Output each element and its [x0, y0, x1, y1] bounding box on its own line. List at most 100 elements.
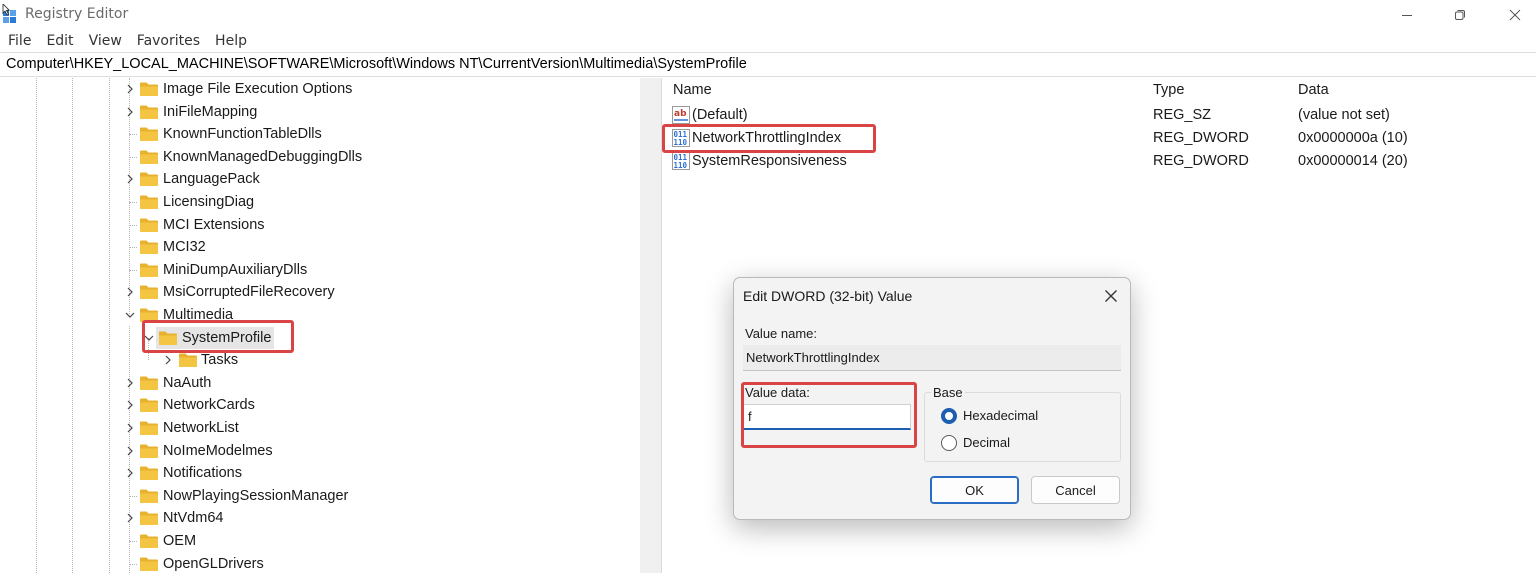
- menu-edit[interactable]: Edit: [46, 33, 73, 49]
- tree-item-minidumpauxiliarydlls[interactable]: MiniDumpAuxiliaryDlls: [0, 259, 640, 281]
- tree-item-notifications[interactable]: Notifications: [0, 462, 640, 484]
- chevron-right-icon[interactable]: [124, 286, 136, 298]
- tree-connector: [129, 541, 137, 542]
- hexadecimal-radio[interactable]: [941, 408, 957, 424]
- menu-file[interactable]: File: [8, 33, 31, 49]
- tree-item-noimemodelmes[interactable]: NoImeModelmes: [0, 440, 640, 462]
- value-row-systemresponsiveness[interactable]: 011 110 SystemResponsiveness REG_DWORD 0…: [667, 150, 1536, 173]
- address-bar[interactable]: Computer\HKEY_LOCAL_MACHINE\SOFTWARE\Mic…: [0, 52, 1536, 77]
- tree-item-multimedia[interactable]: Multimedia: [0, 304, 640, 326]
- value-row-default[interactable]: ab (Default) REG_SZ (value not set): [667, 104, 1536, 127]
- tree-item-networklist[interactable]: NetworkList: [0, 417, 640, 439]
- pane-splitter[interactable]: [661, 78, 666, 573]
- tree-item-label: Image File Execution Options: [163, 81, 353, 97]
- folder-icon: [140, 127, 158, 142]
- folder-icon: [140, 150, 158, 164]
- dialog-close-button[interactable]: [1098, 284, 1124, 308]
- folder-icon: [140, 82, 158, 96]
- tree-item-licensingdiag[interactable]: LicensingDiag: [0, 191, 640, 213]
- tree-item-label: NetworkCards: [163, 397, 255, 414]
- tree-item-label: IniFileMapping: [163, 103, 258, 120]
- tree-item-label: MiniDumpAuxiliaryDlls: [163, 261, 308, 278]
- tree-item-tasks[interactable]: Tasks: [0, 349, 640, 371]
- tree-item-label: NetworkList: [163, 420, 239, 436]
- column-header-name[interactable]: Name: [673, 82, 712, 98]
- chevron-right-icon[interactable]: [124, 377, 136, 389]
- tree-item-networkcards[interactable]: NetworkCards: [0, 394, 640, 416]
- chevron-right-icon[interactable]: [124, 445, 136, 457]
- folder-icon: [140, 105, 158, 119]
- chevron-right-icon[interactable]: [124, 83, 136, 95]
- tree-item-mci-extensions[interactable]: MCI Extensions: [0, 214, 640, 236]
- folder-icon: [140, 421, 158, 435]
- folder-icon: [140, 308, 158, 322]
- chevron-down-icon[interactable]: [143, 332, 155, 344]
- tree-item-msicorruptedfilerecovery[interactable]: MsiCorruptedFileRecovery: [0, 281, 640, 303]
- tree-item-ntvdm64[interactable]: NtVdm64: [0, 507, 640, 529]
- maximize-icon: [1455, 10, 1465, 20]
- value-data-input[interactable]: [743, 404, 911, 430]
- tree-item-knownfunctiontabledlls[interactable]: KnownFunctionTableDlls: [0, 123, 640, 145]
- chevron-right-icon[interactable]: [162, 354, 174, 366]
- tree-item-label: Multimedia: [163, 307, 234, 323]
- minimize-button[interactable]: [1384, 0, 1430, 30]
- binary-value-icon: 011 110: [672, 129, 690, 147]
- value-row-networkthrottlingindex[interactable]: 011 110 NetworkThrottlingIndex REG_DWORD…: [667, 127, 1536, 150]
- decimal-radio[interactable]: [941, 435, 957, 451]
- ok-button[interactable]: OK: [930, 476, 1019, 504]
- tree-item-languagepack[interactable]: LanguagePack: [0, 168, 640, 190]
- folder-icon: [140, 285, 158, 300]
- svg-text:ab: ab: [674, 109, 687, 119]
- chevron-right-icon[interactable]: [124, 106, 136, 118]
- chevron-right-icon[interactable]: [124, 467, 136, 479]
- tree-item-inifilemapping[interactable]: IniFileMapping: [0, 101, 640, 123]
- menu-bar: File Edit View Favorites Help: [0, 30, 1536, 52]
- minimize-icon: [1402, 15, 1412, 16]
- value-name-field: NetworkThrottlingIndex: [743, 345, 1121, 371]
- folder-icon: [179, 353, 197, 368]
- tree-item-knownmanageddebuggingdlls[interactable]: KnownManagedDebuggingDlls: [0, 146, 640, 168]
- tree-item-mci32[interactable]: MCI32: [0, 236, 640, 258]
- chevron-right-icon[interactable]: [124, 399, 136, 411]
- tree-item-systemprofile[interactable]: SystemProfile: [0, 326, 640, 349]
- value-name: NetworkThrottlingIndex: [692, 130, 842, 146]
- tree-item-label: Tasks: [201, 352, 239, 369]
- tree-scrollbar[interactable]: [640, 78, 661, 573]
- value-data-label: Value data:: [745, 385, 810, 400]
- chevron-right-icon[interactable]: [124, 422, 136, 434]
- hexadecimal-label[interactable]: Hexadecimal: [963, 408, 1038, 423]
- chevron-right-icon[interactable]: [124, 173, 136, 185]
- column-header-type[interactable]: Type: [1153, 82, 1184, 98]
- tree-item-label: LicensingDiag: [163, 194, 255, 210]
- tree-item-oem[interactable]: OEM: [0, 530, 640, 552]
- column-header-data[interactable]: Data: [1298, 82, 1329, 98]
- tree-item-nowplayingsessionmanager[interactable]: NowPlayingSessionManager: [0, 485, 640, 507]
- tree-item-naauth[interactable]: NaAuth: [0, 372, 640, 394]
- decimal-label[interactable]: Decimal: [963, 435, 1010, 450]
- value-data: 0x0000000a (10): [1298, 130, 1408, 146]
- tree-item-opengldrivers[interactable]: OpenGLDrivers: [0, 553, 640, 573]
- folder-icon: [140, 534, 158, 548]
- tree-item-image-file-execution-options[interactable]: Image File Execution Options: [0, 78, 640, 100]
- tree-connector: [129, 563, 137, 565]
- chevron-down-icon[interactable]: [124, 309, 136, 321]
- cancel-button[interactable]: Cancel: [1031, 476, 1120, 504]
- tree-item-label: OEM: [163, 533, 197, 549]
- tree-item-label: NowPlayingSessionManager: [163, 487, 349, 504]
- tree-item-label: NtVdm64: [163, 510, 224, 527]
- tree-item-label: MsiCorruptedFileRecovery: [163, 284, 335, 301]
- value-name: SystemResponsiveness: [692, 153, 847, 169]
- menu-view[interactable]: View: [89, 33, 122, 49]
- tree-connector: [129, 495, 137, 497]
- base-group: Base Hexadecimal Decimal: [924, 385, 1121, 462]
- menu-help[interactable]: Help: [215, 33, 247, 49]
- chevron-right-icon[interactable]: [124, 512, 136, 524]
- folder-icon: [140, 218, 158, 232]
- tree-item-label: Notifications: [163, 465, 242, 482]
- tree-connector: [129, 156, 137, 158]
- key-tree[interactable]: Image File Execution Options IniFileMappi…: [0, 78, 640, 573]
- menu-favorites[interactable]: Favorites: [137, 33, 200, 49]
- close-button[interactable]: [1492, 0, 1536, 30]
- maximize-button[interactable]: [1437, 0, 1483, 30]
- close-icon: [1105, 290, 1117, 302]
